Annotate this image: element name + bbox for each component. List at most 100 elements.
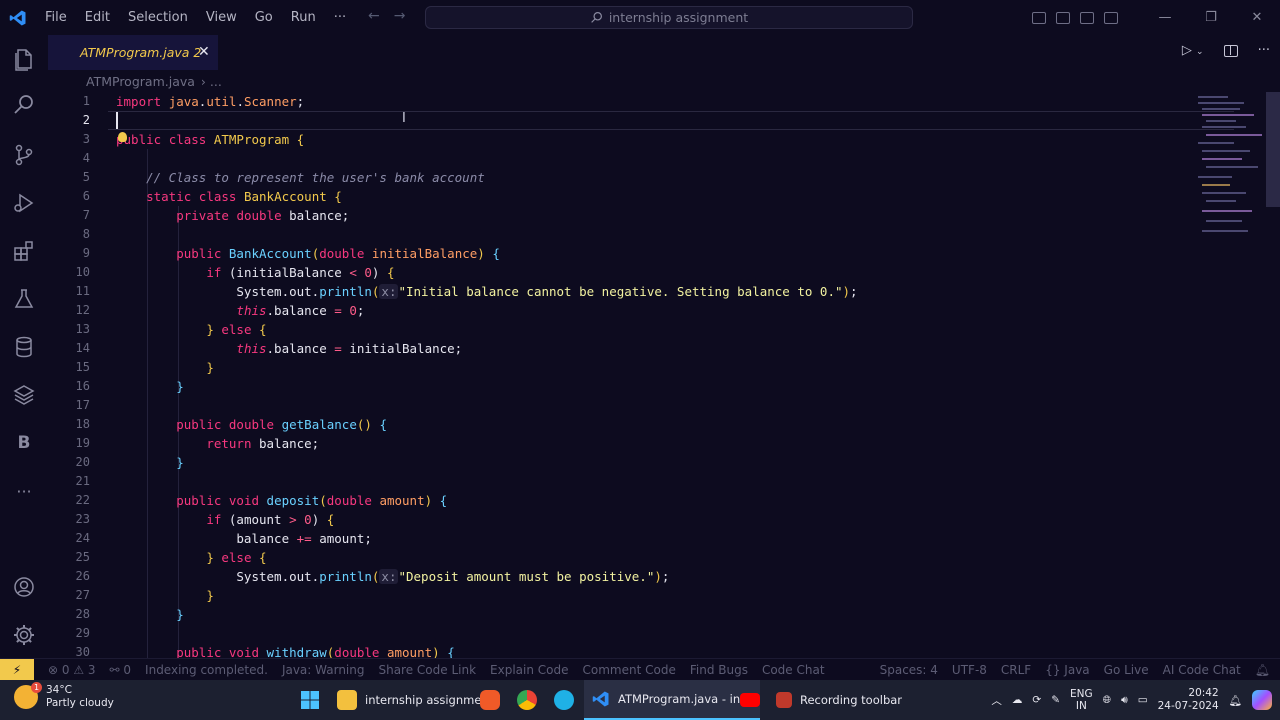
code-line[interactable] [116, 149, 858, 168]
line-number[interactable]: 29 [48, 624, 108, 643]
toggle-panel-icon[interactable] [1056, 11, 1070, 24]
search-icon[interactable] [0, 85, 48, 125]
line-number[interactable]: 15 [48, 358, 108, 377]
close-window-button[interactable]: ✕ [1234, 0, 1280, 35]
line-number[interactable]: 25 [48, 548, 108, 567]
find-bugs[interactable]: Find Bugs [690, 663, 748, 677]
vertical-scrollbar[interactable] [1266, 92, 1280, 207]
line-number[interactable]: 19 [48, 434, 108, 453]
explain-code[interactable]: Explain Code [490, 663, 568, 677]
testing-flask-icon[interactable] [0, 279, 48, 319]
minimize-button[interactable]: — [1142, 0, 1188, 35]
line-number[interactable]: 18 [48, 415, 108, 434]
taskbar-recording-toolbar[interactable]: Recording toolbar [776, 680, 902, 720]
tab-atmprogram[interactable]: ATMProgram.java 2 ✕ [48, 35, 218, 70]
code-line[interactable]: public double getBalance() { [116, 415, 858, 434]
toggle-secondary-sidebar-icon[interactable] [1080, 11, 1094, 24]
line-number[interactable]: 9 [48, 244, 108, 263]
taskbar-chrome[interactable] [517, 680, 537, 720]
code-line[interactable]: public BankAccount(double initialBalance… [116, 244, 858, 263]
remote-indicator-icon[interactable]: ⚡ [0, 658, 34, 681]
code-line[interactable]: private double balance; [116, 206, 858, 225]
code-line[interactable]: } [116, 586, 858, 605]
line-number[interactable]: 7 [48, 206, 108, 225]
tray-sync-icon[interactable]: ⟳ [1032, 694, 1041, 706]
code-editor[interactable]: 1 2 3 4 5 6 7 8 9 10 11 12 13 14 15 16 17 18 19 20 21 22 23 24 2… [48, 92, 1280, 658]
line-number[interactable]: 23 [48, 510, 108, 529]
tray-overflow-chevron-icon[interactable]: ︿ [991, 693, 1002, 708]
code-line[interactable]: } else { [116, 548, 858, 567]
line-number[interactable]: 6 [48, 187, 108, 206]
line-number[interactable]: 2 [48, 111, 108, 130]
breadcrumb-more[interactable]: › ... [201, 74, 222, 89]
code-line[interactable] [116, 111, 858, 130]
line-number[interactable]: 5 [48, 168, 108, 187]
close-tab-icon[interactable]: ✕ [198, 44, 210, 60]
code-line[interactable] [116, 396, 858, 415]
problems-indicator[interactable]: ⊗ 0 ⚠ 3 [48, 663, 96, 677]
menu-view[interactable]: View [197, 10, 246, 25]
code-line[interactable]: if (amount > 0) { [116, 510, 858, 529]
copilot-icon[interactable] [1252, 690, 1272, 710]
line-number[interactable]: 26 [48, 567, 108, 586]
code-line[interactable]: } [116, 358, 858, 377]
tray-pen-icon[interactable]: ✎ [1051, 694, 1060, 706]
line-number[interactable]: 30 [48, 643, 108, 658]
split-editor-icon[interactable] [1223, 43, 1238, 58]
code-line[interactable]: } [116, 453, 858, 472]
code-line[interactable]: balance += amount; [116, 529, 858, 548]
code-content[interactable]: import java.util.Scanner; public class A… [116, 92, 858, 658]
code-line[interactable]: public class ATMProgram { [116, 130, 858, 149]
extensions-icon[interactable] [0, 231, 48, 271]
line-number[interactable]: 1 [48, 92, 108, 111]
taskbar-brave[interactable] [480, 680, 500, 720]
menu-selection[interactable]: Selection [119, 10, 197, 25]
indentation-status[interactable]: Spaces: 4 [880, 663, 938, 677]
code-line[interactable]: public void deposit(double amount) { [116, 491, 858, 510]
go-live-button[interactable]: Go Live [1104, 663, 1149, 677]
code-line[interactable]: System.out.println(x: "Deposit amount mus… [116, 567, 858, 586]
explorer-icon[interactable] [0, 39, 48, 79]
menu-go[interactable]: Go [246, 10, 282, 25]
menu-file[interactable]: File [36, 10, 76, 25]
taskbar-edge[interactable] [554, 680, 574, 720]
toggle-primary-sidebar-icon[interactable] [1032, 11, 1046, 24]
taskbar-youtube[interactable] [740, 680, 760, 720]
code-line[interactable]: if (initialBalance < 0) { [116, 263, 858, 282]
ai-code-chat[interactable]: AI Code Chat [1163, 663, 1241, 677]
lightbulb-icon[interactable] [118, 132, 127, 142]
accounts-icon[interactable] [0, 567, 48, 607]
weather-widget[interactable]: 1 34°C Partly cloudy [14, 682, 114, 710]
line-number[interactable]: 10 [48, 263, 108, 282]
code-line[interactable]: } [116, 605, 858, 624]
back-arrow-icon[interactable]: ← [368, 8, 380, 24]
notifications-icon[interactable]: 🔔︎ [1229, 694, 1242, 707]
taskbar-file-explorer[interactable]: internship assignment [337, 680, 493, 720]
line-number[interactable]: 27 [48, 586, 108, 605]
more-views-icon[interactable]: ··· [0, 471, 48, 511]
code-line[interactable] [116, 472, 858, 491]
line-number[interactable]: 22 [48, 491, 108, 510]
code-chat[interactable]: Code Chat [762, 663, 825, 677]
command-center-search[interactable]: internship assignment [425, 6, 913, 29]
line-number[interactable]: 8 [48, 225, 108, 244]
line-number[interactable]: 12 [48, 301, 108, 320]
code-line[interactable]: System.out.println(x: "Initial balance ca… [116, 282, 858, 301]
share-code-link[interactable]: Share Code Link [378, 663, 476, 677]
code-line[interactable]: static class BankAccount { [116, 187, 858, 206]
line-number[interactable]: 3 [48, 130, 108, 149]
more-actions-icon[interactable]: ··· [1258, 43, 1270, 58]
menu-run[interactable]: Run [282, 10, 325, 25]
line-number[interactable]: 28 [48, 605, 108, 624]
code-line[interactable]: } [116, 377, 858, 396]
code-line[interactable]: // Class to represent the user's bank ac… [116, 168, 858, 187]
source-control-icon[interactable] [0, 135, 48, 175]
forward-arrow-icon[interactable]: → [394, 8, 406, 24]
line-number[interactable]: 16 [48, 377, 108, 396]
comment-code[interactable]: Comment Code [583, 663, 676, 677]
breadcrumb-file[interactable]: ATMProgram.java [86, 74, 195, 89]
code-line[interactable]: import java.util.Scanner; [116, 92, 858, 111]
start-button[interactable] [300, 680, 320, 720]
network-icon[interactable]: 🌐︎ [1103, 694, 1111, 707]
tray-apps-icon[interactable]: ☁︎ [1012, 694, 1023, 706]
